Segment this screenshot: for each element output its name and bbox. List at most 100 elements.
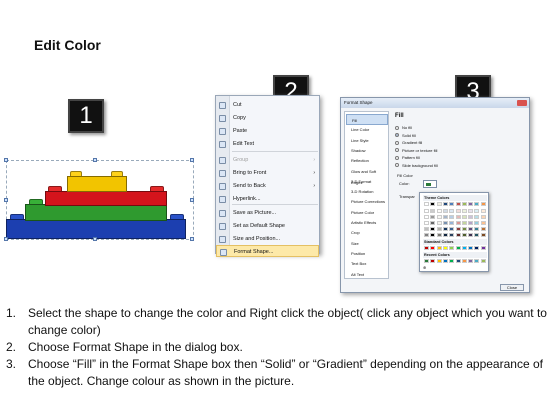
theme-color-swatch[interactable] xyxy=(442,215,448,219)
more-colors-icon[interactable]: ⊕ xyxy=(423,265,426,270)
theme-color-swatch[interactable] xyxy=(430,233,436,237)
theme-color-swatch[interactable] xyxy=(424,227,429,231)
standard-color-swatch[interactable] xyxy=(430,246,436,250)
theme-color-swatch[interactable] xyxy=(455,202,461,206)
fill-option-gradient-fill[interactable]: Gradient fill xyxy=(395,139,422,146)
green-brick[interactable] xyxy=(25,204,167,221)
recent-color-swatch[interactable] xyxy=(442,259,448,263)
theme-color-swatch[interactable] xyxy=(449,202,455,206)
theme-color-swatch[interactable] xyxy=(442,233,448,237)
theme-color-swatch[interactable] xyxy=(455,233,461,237)
recent-color-swatch[interactable] xyxy=(455,259,461,263)
dialog-close-button[interactable] xyxy=(517,100,527,106)
theme-color-swatch[interactable] xyxy=(455,209,461,213)
recent-color-swatch[interactable] xyxy=(436,259,442,263)
category-alt-text[interactable]: Alt Text xyxy=(346,269,388,280)
fill-option-solid-fill[interactable]: Solid fill xyxy=(395,132,416,139)
theme-color-swatch[interactable] xyxy=(468,209,474,213)
theme-color-swatch[interactable] xyxy=(480,215,486,219)
theme-color-swatch[interactable] xyxy=(474,233,480,237)
recent-color-swatch[interactable] xyxy=(461,259,467,263)
close-button[interactable]: Close xyxy=(500,284,524,291)
standard-color-swatch[interactable] xyxy=(461,246,467,250)
theme-color-swatch[interactable] xyxy=(424,221,429,225)
fill-option-pattern-fill[interactable]: Pattern fill xyxy=(395,154,420,161)
theme-color-swatch[interactable] xyxy=(436,215,442,219)
menu-item-hyperlink[interactable]: Hyperlink... xyxy=(216,193,319,205)
theme-color-swatch[interactable] xyxy=(424,215,429,219)
theme-color-swatch[interactable] xyxy=(449,233,455,237)
menu-item-group[interactable]: Group › xyxy=(216,154,319,166)
resize-handle[interactable] xyxy=(190,237,194,241)
yellow-brick[interactable] xyxy=(67,176,127,192)
theme-color-swatch[interactable] xyxy=(455,227,461,231)
theme-color-swatch[interactable] xyxy=(424,209,429,213)
theme-color-swatch[interactable] xyxy=(480,227,486,231)
theme-color-swatch[interactable] xyxy=(455,221,461,225)
theme-color-swatch[interactable] xyxy=(480,221,486,225)
resize-handle[interactable] xyxy=(190,158,194,162)
theme-color-swatch[interactable] xyxy=(442,227,448,231)
theme-color-swatch[interactable] xyxy=(436,202,442,206)
fill-option-slide-background-fill[interactable]: Slide background fill xyxy=(395,162,438,169)
theme-color-swatch[interactable] xyxy=(424,202,429,206)
menu-item-size-and-position[interactable]: Size and Position... xyxy=(216,233,319,245)
theme-color-swatch[interactable] xyxy=(461,233,467,237)
theme-color-swatch[interactable] xyxy=(480,202,486,206)
theme-color-swatch[interactable] xyxy=(461,209,467,213)
theme-color-swatch[interactable] xyxy=(449,227,455,231)
theme-color-swatch[interactable] xyxy=(436,233,442,237)
theme-color-swatch[interactable] xyxy=(442,202,448,206)
resize-handle[interactable] xyxy=(190,198,194,202)
menu-item-bring-to-front[interactable]: Bring to Front › xyxy=(216,167,319,179)
menu-item-copy[interactable]: Copy xyxy=(216,112,319,124)
theme-color-swatch[interactable] xyxy=(468,221,474,225)
theme-color-swatch[interactable] xyxy=(436,221,442,225)
recent-color-swatch[interactable] xyxy=(468,259,474,263)
resize-handle[interactable] xyxy=(93,237,97,241)
recent-color-swatch[interactable] xyxy=(474,259,480,263)
menu-item-paste[interactable]: Paste xyxy=(216,125,319,137)
resize-handle[interactable] xyxy=(93,158,97,162)
red-brick[interactable] xyxy=(45,191,167,206)
recent-color-swatch[interactable] xyxy=(449,259,455,263)
theme-color-swatch[interactable] xyxy=(474,221,480,225)
standard-color-swatch[interactable] xyxy=(455,246,461,250)
theme-color-swatch[interactable] xyxy=(461,215,467,219)
lego-stack[interactable] xyxy=(0,0,200,250)
theme-color-swatch[interactable] xyxy=(480,233,486,237)
theme-color-swatch[interactable] xyxy=(430,221,436,225)
standard-color-swatch[interactable] xyxy=(424,246,429,250)
theme-color-swatch[interactable] xyxy=(474,227,480,231)
theme-color-swatch[interactable] xyxy=(436,209,442,213)
theme-color-swatch[interactable] xyxy=(430,209,436,213)
theme-color-swatch[interactable] xyxy=(449,221,455,225)
theme-color-swatch[interactable] xyxy=(424,233,429,237)
resize-handle[interactable] xyxy=(4,237,8,241)
fill-option-no-fill[interactable]: No fill xyxy=(395,124,412,131)
recent-color-swatch[interactable] xyxy=(424,259,429,263)
theme-color-swatch[interactable] xyxy=(449,215,455,219)
theme-color-swatch[interactable] xyxy=(468,233,474,237)
theme-color-swatch[interactable] xyxy=(474,202,480,206)
theme-color-swatch[interactable] xyxy=(480,209,486,213)
resize-handle[interactable] xyxy=(4,198,8,202)
theme-color-swatch[interactable] xyxy=(442,221,448,225)
theme-color-swatch[interactable] xyxy=(449,209,455,213)
theme-color-swatch[interactable] xyxy=(430,215,436,219)
fill-option-picture-or-texture-fill[interactable]: Picture or texture fill xyxy=(395,147,437,154)
theme-color-swatch[interactable] xyxy=(468,202,474,206)
standard-color-swatch[interactable] xyxy=(474,246,480,250)
color-picker-button[interactable] xyxy=(423,180,437,188)
theme-color-swatch[interactable] xyxy=(468,215,474,219)
recent-color-swatch[interactable] xyxy=(430,259,436,263)
theme-color-swatch[interactable] xyxy=(461,227,467,231)
standard-color-swatch[interactable] xyxy=(480,246,486,250)
menu-item-set-as-default-shape[interactable]: Set as Default Shape xyxy=(216,220,319,232)
menu-item-cut[interactable]: Cut xyxy=(216,99,319,111)
menu-item-format-shape[interactable]: Format Shape... xyxy=(216,245,319,257)
theme-color-swatch[interactable] xyxy=(455,215,461,219)
menu-item-edit-text[interactable]: Edit Text xyxy=(216,138,319,150)
standard-color-swatch[interactable] xyxy=(442,246,448,250)
theme-color-swatch[interactable] xyxy=(430,227,436,231)
